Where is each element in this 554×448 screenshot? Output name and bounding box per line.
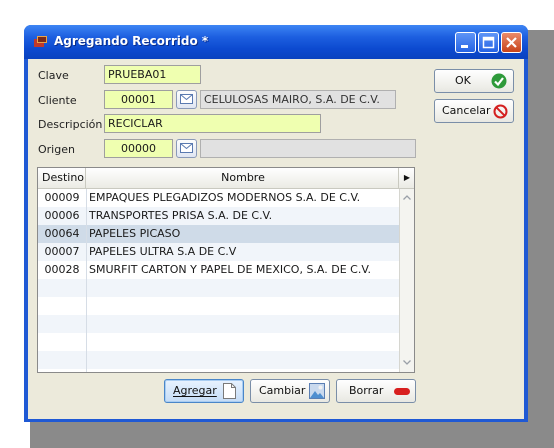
cliente-input[interactable]: 00001: [104, 90, 173, 109]
delete-label: Borrar: [349, 384, 384, 397]
new-document-icon: [223, 383, 236, 399]
clave-input[interactable]: PRUEBA01: [104, 65, 201, 84]
cell-nombre: EMPAQUES PLEGADIZOS MODERNOS S.A. DE C.V…: [89, 191, 361, 204]
window-title: Agregando Recorrido *: [54, 34, 209, 48]
change-button[interactable]: Cambiar: [250, 379, 330, 403]
cell-nombre: PAPELES PICASO: [89, 227, 181, 240]
minimize-icon: [461, 45, 468, 48]
chevron-down-icon: [403, 360, 411, 365]
descripcion-label: Descripción: [38, 118, 103, 131]
envelope-icon: [180, 94, 193, 104]
app-icon: [34, 36, 47, 47]
cell-destino: 00028: [44, 263, 80, 276]
change-label: Cambiar: [259, 384, 306, 397]
clave-label: Clave: [38, 69, 69, 82]
cell-nombre: TRANSPORTES PRISA S.A. DE C.V.: [89, 209, 273, 222]
table-row-selected[interactable]: 00064 PAPELES PICASO: [38, 225, 399, 243]
column-header-nombre[interactable]: Nombre: [87, 168, 399, 188]
cliente-lookup-button[interactable]: [176, 90, 197, 109]
column-header-destino[interactable]: Destino: [38, 168, 86, 188]
minimize-button[interactable]: [455, 32, 476, 53]
maximize-button[interactable]: [478, 32, 499, 53]
column-divider: [86, 189, 87, 372]
cell-nombre: PAPELES ULTRA S.A DE C.V: [89, 245, 237, 258]
cell-nombre: SMURFIT CARTON Y PAPEL DE MEXICO, S.A. D…: [89, 263, 371, 276]
table-row[interactable]: 00006 TRANSPORTES PRISA S.A. DE C.V.: [38, 207, 399, 225]
close-icon: [506, 37, 517, 48]
title-bar[interactable]: Agregando Recorrido *: [24, 25, 528, 59]
scroll-up-button[interactable]: [400, 191, 414, 205]
close-button[interactable]: [501, 32, 522, 53]
column-scroll-right-icon[interactable]: ▶: [398, 168, 414, 188]
cliente-label: Cliente: [38, 94, 77, 107]
image-edit-icon: [309, 383, 325, 399]
table-row[interactable]: 00007 PAPELES ULTRA S.A DE C.V: [38, 243, 399, 261]
prohibited-icon: [493, 104, 508, 119]
descripcion-input[interactable]: RECICLAR: [104, 114, 321, 133]
origen-name-field: [200, 139, 416, 158]
vertical-scrollbar[interactable]: [399, 189, 414, 372]
empty-row: [38, 351, 399, 369]
cancel-label: Cancelar: [442, 104, 491, 117]
check-icon: [491, 73, 507, 89]
origen-lookup-button[interactable]: [176, 139, 197, 158]
envelope-icon: [180, 143, 193, 153]
minus-icon: [394, 388, 410, 395]
grid-body: 00009 EMPAQUES PLEGADIZOS MODERNOS S.A. …: [38, 189, 399, 372]
destinations-grid[interactable]: Destino Nombre ▶ 00009 EMPAQUES PLEGADIZ…: [37, 167, 415, 373]
maximize-icon: [482, 36, 495, 49]
cell-destino: 00009: [44, 191, 80, 204]
cancel-button[interactable]: Cancelar: [434, 99, 514, 123]
empty-row: [38, 279, 399, 297]
add-label: Agregar: [173, 384, 217, 397]
cliente-name-field: CELULOSAS MAIRO, S.A. DE C.V.: [200, 90, 396, 109]
delete-button[interactable]: Borrar: [336, 379, 416, 403]
empty-row: [38, 333, 399, 351]
cell-destino: 00064: [44, 227, 80, 240]
dialog-body: Clave PRUEBA01 Cliente 00001 CELULOSAS M…: [28, 59, 524, 419]
ok-button[interactable]: OK: [434, 69, 514, 93]
empty-row: [38, 297, 399, 315]
origen-input[interactable]: 00000: [104, 139, 173, 158]
empty-row: [38, 315, 399, 333]
cell-destino: 00006: [44, 209, 80, 222]
chevron-up-icon: [403, 195, 411, 200]
add-button[interactable]: Agregar: [164, 379, 244, 403]
scroll-down-button[interactable]: [400, 356, 414, 370]
origen-label: Origen: [38, 143, 75, 156]
table-row[interactable]: 00028 SMURFIT CARTON Y PAPEL DE MEXICO, …: [38, 261, 399, 279]
table-row[interactable]: 00009 EMPAQUES PLEGADIZOS MODERNOS S.A. …: [38, 189, 399, 207]
ok-label: OK: [455, 74, 471, 87]
dialog-window: Agregando Recorrido * Clave PRUEBA01 Cli…: [24, 25, 528, 422]
grid-header: Destino Nombre ▶: [38, 168, 414, 189]
cell-destino: 00007: [44, 245, 80, 258]
